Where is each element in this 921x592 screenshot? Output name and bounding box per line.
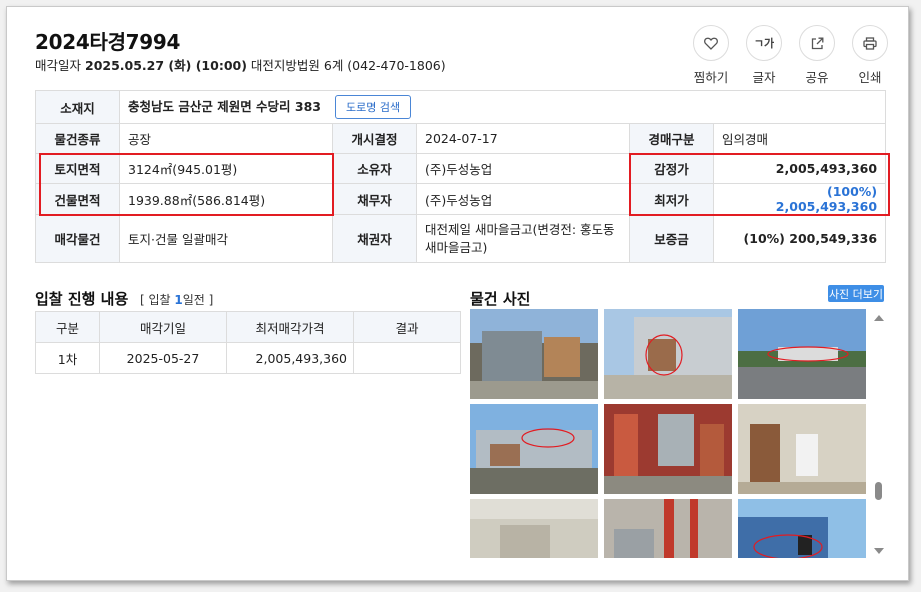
table-row: 1차 2025-05-27 2,005,493,360 [35,342,461,374]
property-photo[interactable] [470,309,598,399]
creditor-label: 채권자 [332,214,417,263]
sale-item-label: 매각물건 [35,214,120,263]
auction-type-value: 임의경매 [712,123,887,154]
creditor-value: 대전제일 새마을금고(변경전: 홍도동 새마을금고) [416,214,630,263]
area-highlight-box [39,153,334,216]
property-photo[interactable] [604,404,732,494]
address-cell: 충청남도 금산군 제원면 수당리 383 도로명 검색 [118,90,887,124]
col-min-price: 최저매각가격 [226,311,354,343]
photos-title: 물건 사진 [470,290,531,308]
address-row: 소재지 충청남도 금산군 제원면 수당리 383 도로명 검색 [35,90,887,124]
auction-detail-panel: 2024타경7994 매각일자 2025.05.27 (화) (10:00) 대… [6,6,909,581]
text-size-icon: ㄱ가 [746,25,782,61]
sale-info: 매각일자 2025.05.27 (화) (10:00) 대전지방법원 6계 (0… [35,55,446,74]
start-decision-value: 2024-07-17 [416,123,630,154]
action-bar: 찜하기 ㄱ가 글자 공유 인쇄 [693,25,888,86]
photo-gallery [470,309,870,558]
min-price-cell: 2,005,493,360 [226,342,354,374]
bookmark-label: 찜하기 [693,70,729,85]
more-photos-button[interactable]: 사진 더보기 [828,285,884,302]
share-label: 공유 [805,70,829,85]
address-value: 충청남도 금산군 제원면 수당리 383 [128,99,322,114]
bid-history-table: 구분 매각기일 최저매각가격 결과 1차 2025-05-27 2,005,49… [35,311,461,374]
auction-type-label: 경매구분 [629,123,714,154]
start-decision-label: 개시결정 [332,123,417,154]
font-size-label: 글자 [752,70,776,85]
sale-item-value: 토지·건물 일괄매각 [119,214,333,263]
bid-days-prefix: [ 입찰 [140,293,175,307]
deposit-value: (10%) 200,549,336 [712,214,887,263]
scroll-thumb[interactable] [875,482,882,500]
property-type-value: 공장 [119,123,333,154]
scroll-down-icon[interactable] [874,548,884,554]
property-photo[interactable] [470,499,598,558]
info-row: 물건종류 공장 개시결정 2024-07-17 경매구분 임의경매 [35,123,887,154]
round-cell: 1차 [35,342,100,374]
result-cell [353,342,461,374]
bid-table-header: 구분 매각기일 최저매각가격 결과 [35,311,461,343]
scroll-up-icon[interactable] [874,315,884,321]
print-icon [852,25,888,61]
print-button[interactable]: 인쇄 [852,25,888,86]
owner-label: 소유자 [332,153,417,184]
bid-days-count: 1 [174,293,183,307]
photo-scrollbar[interactable] [873,310,885,556]
heart-icon [693,25,729,61]
col-sale-date: 매각기일 [99,311,227,343]
share-button[interactable]: 공유 [799,25,835,86]
owner-value: (주)두성농업 [416,153,630,184]
debtor-value: (주)두성농업 [416,183,630,215]
sale-date-cell: 2025-05-27 [99,342,227,374]
property-photo[interactable] [604,309,732,399]
bid-days-info: [ 입찰 1일전 ] [140,291,213,308]
sale-datetime: 2025.05.27 (화) (10:00) [85,58,247,73]
property-photo[interactable] [738,404,866,494]
font-size-button[interactable]: ㄱ가 글자 [746,25,782,86]
case-number: 2024타경7994 [35,30,181,54]
court-info: 대전지방법원 6계 (042-470-1806) [250,58,446,73]
property-photo[interactable] [604,499,732,558]
col-round: 구분 [35,311,100,343]
bid-days-suffix: 일전 ] [182,293,214,307]
col-result: 결과 [353,311,461,343]
print-label: 인쇄 [858,70,882,85]
bookmark-button[interactable]: 찜하기 [693,25,729,86]
property-photo[interactable] [738,309,866,399]
info-row: 매각물건 토지·건물 일괄매각 채권자 대전제일 새마을금고(변경전: 홍도동 … [35,214,887,263]
address-label: 소재지 [35,90,120,124]
debtor-label: 채무자 [332,183,417,215]
sale-date-label: 매각일자 [35,58,82,73]
property-type-label: 물건종류 [35,123,120,154]
share-icon [799,25,835,61]
property-photo[interactable] [738,499,866,558]
road-name-search-button[interactable]: 도로명 검색 [335,95,412,119]
price-highlight-box [629,153,890,216]
bid-history-title: 입찰 진행 내용 [35,290,129,308]
deposit-label: 보증금 [629,214,714,263]
property-photo[interactable] [470,404,598,494]
